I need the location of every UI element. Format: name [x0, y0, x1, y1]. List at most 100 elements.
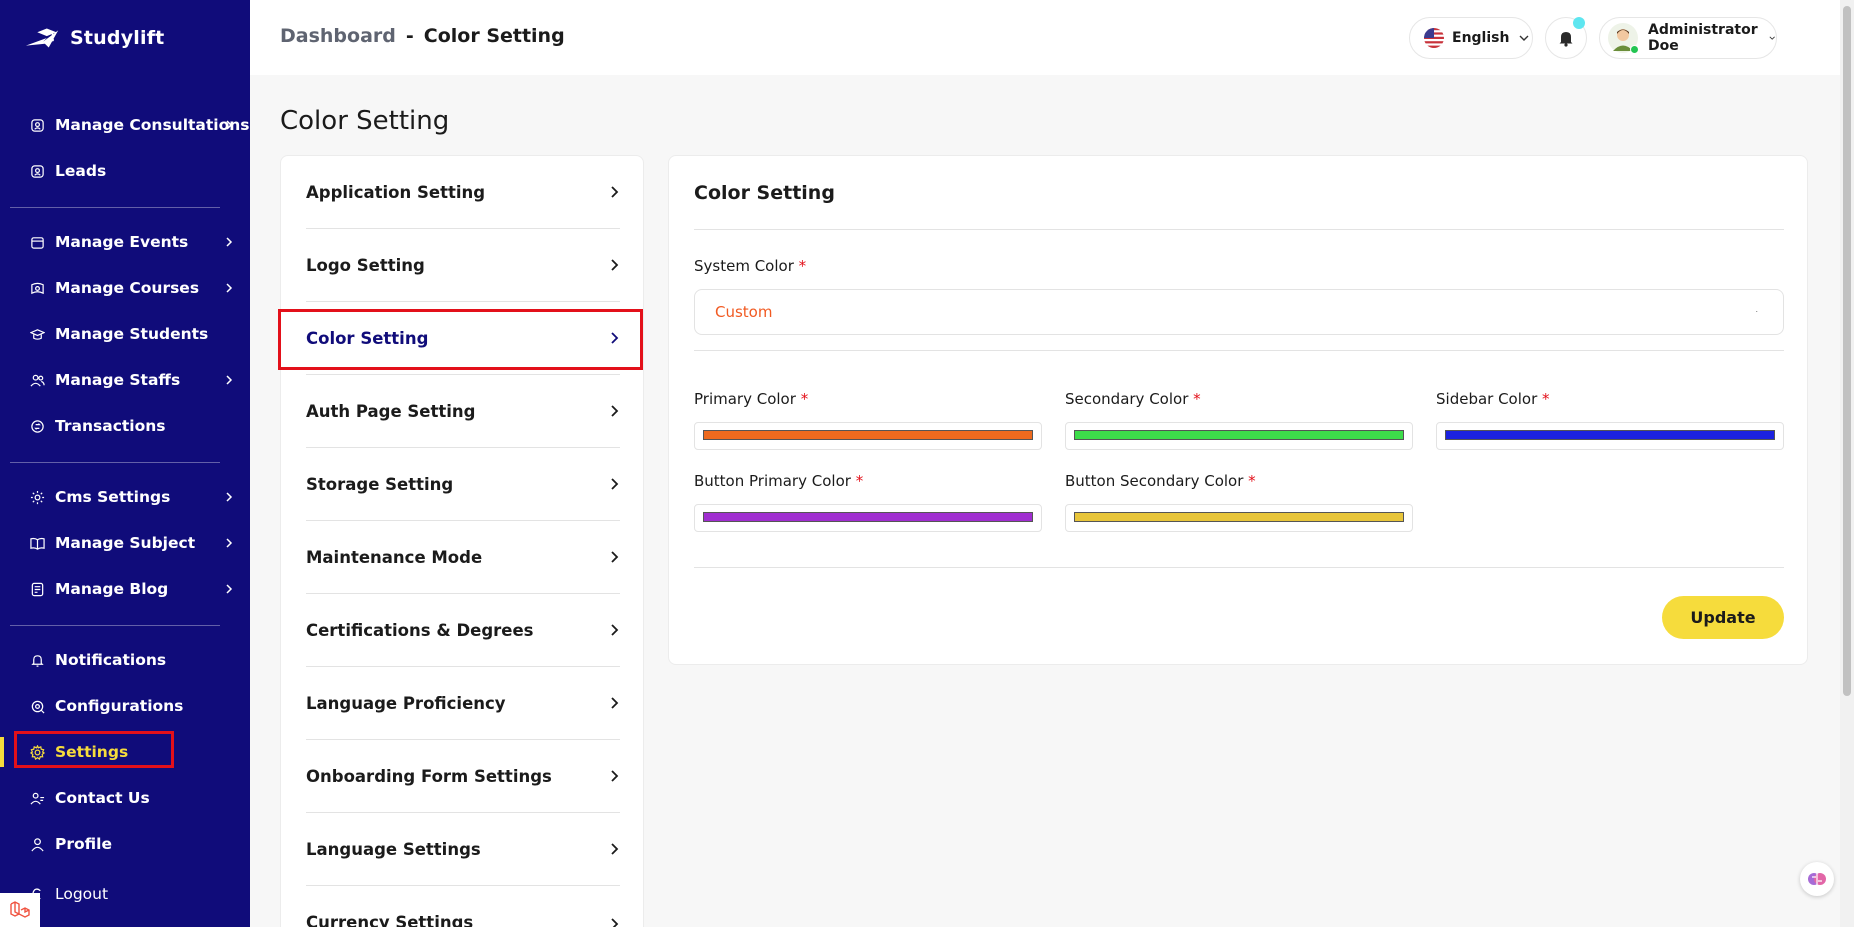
settings-menu: Application Setting Logo Setting Color S…: [280, 155, 644, 927]
update-button[interactable]: Update: [1662, 596, 1784, 639]
breadcrumb: Dashboard - Color Setting: [280, 25, 565, 47]
bell-icon: [28, 651, 46, 669]
chevron-right-icon: [611, 259, 619, 271]
sidebar-color-input[interactable]: [1436, 422, 1784, 450]
sidebar-item-label: Profile: [55, 835, 112, 853]
settings-menu-item-language-settings[interactable]: Language Settings: [306, 813, 620, 886]
sidebar-item-label: Manage Blog: [55, 580, 169, 598]
button-secondary-color-input[interactable]: [1065, 504, 1413, 532]
chevron-right-icon: [226, 492, 233, 502]
required-marker: *: [855, 472, 864, 490]
page-title: Color Setting: [280, 106, 450, 136]
sidebar: Studylift Manage Consultations Leads Man…: [0, 0, 250, 927]
button-secondary-color-label: Button Secondary Color *: [1065, 472, 1256, 490]
chevron-right-icon: [611, 186, 619, 198]
online-status-dot: [1630, 45, 1639, 54]
divider: [694, 229, 1784, 230]
primary-color-label: Primary Color *: [694, 390, 808, 408]
button-primary-color-label-text: Button Primary Color: [694, 472, 851, 490]
button-secondary-color-label-text: Button Secondary Color: [1065, 472, 1244, 490]
students-icon: [28, 325, 46, 343]
settings-menu-item-currency[interactable]: Currency Settings: [306, 886, 620, 927]
courses-icon: [28, 279, 46, 297]
chevron-down-icon: [1769, 36, 1775, 40]
laravel-debugbar-icon[interactable]: [0, 893, 40, 927]
menu-item-label: Language Settings: [306, 839, 481, 859]
sidebar-divider: [10, 625, 220, 626]
sidebar-item-profile[interactable]: Profile: [0, 829, 250, 859]
calendar-icon: [28, 233, 46, 251]
settings-menu-item-logo[interactable]: Logo Setting: [306, 229, 620, 302]
user-menu[interactable]: Administrator Doe: [1599, 17, 1777, 59]
system-color-label: System Color *: [694, 257, 806, 275]
system-color-label-text: System Color: [694, 257, 794, 275]
settings-menu-item-onboarding-form[interactable]: Onboarding Form Settings: [306, 740, 620, 813]
sidebar-item-label: Leads: [55, 162, 107, 180]
sidebar-item-label: Logout: [55, 885, 109, 903]
required-marker: *: [1248, 472, 1256, 490]
sidebar-item-notifications[interactable]: Notifications: [0, 645, 250, 675]
cms-icon: [28, 488, 46, 506]
chevron-right-icon: [611, 770, 619, 782]
sidebar-item-label: Manage Courses: [55, 279, 200, 297]
sidebar-item-manage-events[interactable]: Manage Events: [0, 227, 250, 257]
sidebar-item-configurations[interactable]: Configurations: [0, 691, 250, 721]
divider: [694, 567, 1784, 568]
sidebar-item-label: Contact Us: [55, 789, 150, 807]
sidebar-item-manage-consultations[interactable]: Manage Consultations: [0, 110, 250, 140]
brand[interactable]: Studylift: [24, 22, 164, 54]
configuration-icon: [28, 697, 46, 715]
sidebar-item-manage-students[interactable]: Manage Students: [0, 319, 250, 349]
consultation-icon: [28, 116, 46, 134]
settings-menu-item-certifications[interactable]: Certifications & Degrees: [306, 594, 620, 667]
chevron-right-icon: [611, 624, 619, 636]
card-title: Color Setting: [694, 182, 835, 204]
sidebar-item-label: Configurations: [55, 697, 184, 715]
required-marker: *: [1542, 390, 1550, 408]
settings-menu-item-storage[interactable]: Storage Setting: [306, 448, 620, 521]
divider: [694, 350, 1784, 351]
chevron-right-icon: [226, 375, 233, 385]
chevron-right-icon: [611, 843, 619, 855]
required-marker: *: [800, 390, 809, 408]
sidebar-item-label: Transactions: [55, 417, 166, 435]
sidebar-divider: [10, 207, 220, 208]
menu-item-label: Logo Setting: [306, 255, 425, 275]
secondary-color-swatch: [1074, 430, 1404, 440]
menu-item-label: Certifications & Degrees: [306, 620, 534, 640]
bell-icon: [1559, 32, 1573, 47]
notification-dot: [1573, 17, 1585, 29]
required-marker: *: [798, 257, 807, 275]
sidebar-item-manage-blog[interactable]: Manage Blog: [0, 574, 250, 604]
settings-menu-item-auth-page[interactable]: Auth Page Setting: [306, 375, 620, 448]
sidebar-item-manage-staffs[interactable]: Manage Staffs: [0, 365, 250, 395]
sidebar-item-leads[interactable]: Leads: [0, 156, 250, 186]
primary-color-input[interactable]: [694, 422, 1042, 450]
settings-menu-item-language-proficiency[interactable]: Language Proficiency: [306, 667, 620, 740]
sidebar-item-contact-us[interactable]: Contact Us: [0, 783, 250, 813]
breadcrumb-root[interactable]: Dashboard: [280, 25, 396, 47]
scrollbar-thumb[interactable]: [1843, 6, 1851, 696]
sidebar-item-manage-courses[interactable]: Manage Courses: [0, 273, 250, 303]
settings-menu-item-application[interactable]: Application Setting: [306, 156, 620, 229]
contact-icon: [28, 789, 46, 807]
system-color-value: Custom: [715, 303, 773, 321]
primary-color-swatch: [703, 430, 1033, 440]
system-color-select[interactable]: Custom ˙: [694, 289, 1784, 335]
transactions-icon: [28, 417, 46, 435]
sidebar-item-transactions[interactable]: Transactions: [0, 411, 250, 441]
chevron-down-icon: [1519, 35, 1529, 41]
avatar: [1608, 23, 1639, 54]
button-primary-color-input[interactable]: [694, 504, 1042, 532]
floating-assistant-button[interactable]: [1800, 862, 1834, 896]
settings-menu-item-maintenance[interactable]: Maintenance Mode: [306, 521, 620, 594]
sidebar-item-manage-subject[interactable]: Manage Subject: [0, 528, 250, 558]
sidebar-item-label: Manage Staffs: [55, 371, 181, 389]
secondary-color-input[interactable]: [1065, 422, 1413, 450]
blog-icon: [28, 580, 46, 598]
us-flag-icon: [1424, 28, 1444, 48]
button-primary-color-swatch: [703, 512, 1033, 522]
menu-item-label: Language Proficiency: [306, 693, 506, 713]
sidebar-item-cms-settings[interactable]: Cms Settings: [0, 482, 250, 512]
language-selector[interactable]: English: [1409, 17, 1533, 59]
